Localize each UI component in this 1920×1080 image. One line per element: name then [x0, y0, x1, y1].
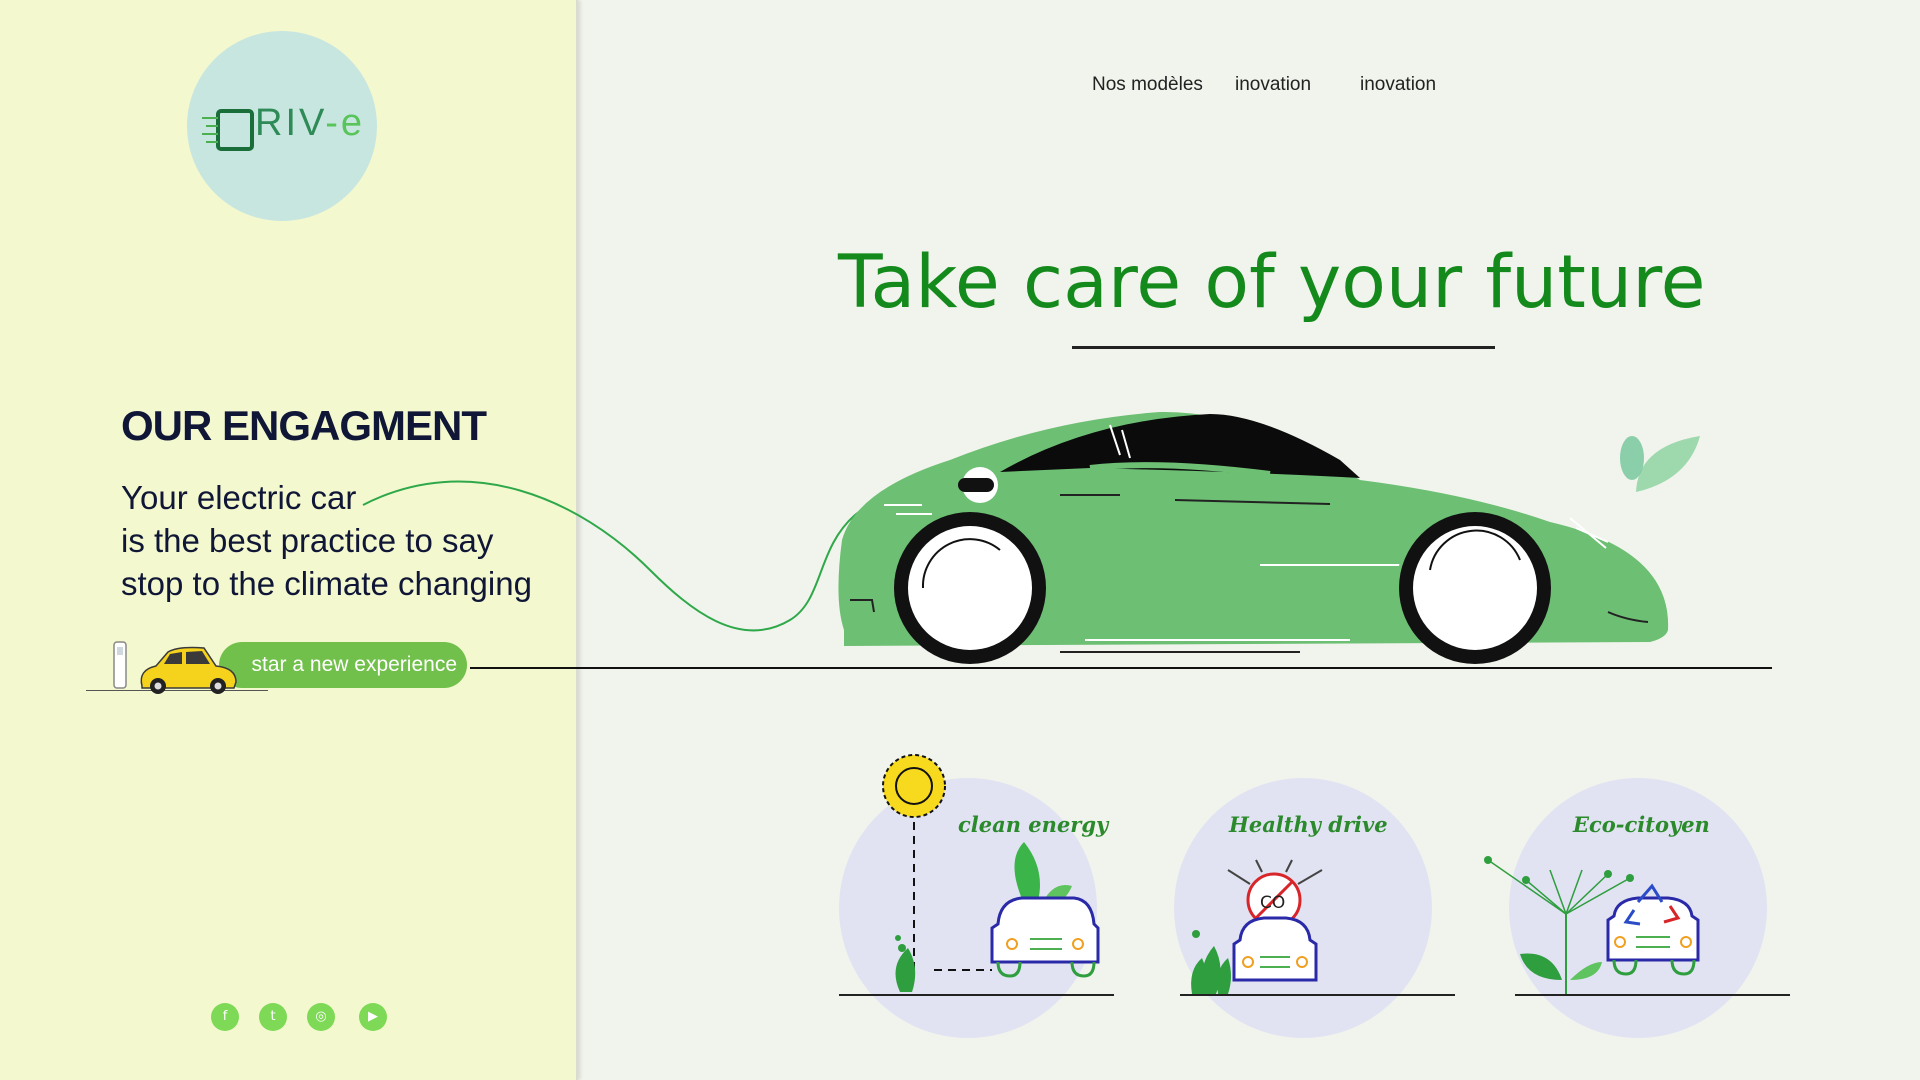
no-co2-icon: CO [1191, 859, 1323, 994]
feature-ground-line [839, 994, 1114, 996]
recycle-icon [1484, 856, 1700, 994]
brand-logo: RIV-e [255, 102, 365, 145]
plug-logo-icon [202, 109, 254, 151]
ground-line [470, 667, 1772, 669]
charging-car-icon [113, 641, 237, 694]
headline-underline [1072, 346, 1495, 349]
feature-ground-line [1180, 994, 1455, 996]
feature-label: Healthy drive [1229, 812, 1388, 837]
nav-item-inovation[interactable]: inovation [1235, 74, 1311, 96]
logo-suffix: -e [325, 102, 366, 144]
electric-car-illustration [838, 411, 1669, 664]
hero-headline: Take care of your future [838, 240, 1706, 325]
logo-main: RIV [255, 102, 326, 144]
engagement-title: OUR ENGAGMENT [121, 402, 487, 449]
svg-text:CO: CO [1260, 893, 1285, 913]
leaf-icon [1620, 436, 1700, 492]
clean-energy-icon [882, 754, 1100, 992]
facebook-icon[interactable]: f [211, 1003, 239, 1031]
twitter-icon[interactable]: t [259, 1003, 287, 1031]
youtube-icon[interactable]: ▶ [359, 1003, 387, 1031]
nav-item-models[interactable]: Nos modèles [1092, 74, 1203, 96]
nav-item-inovation-2[interactable]: inovation [1360, 74, 1436, 96]
instagram-icon[interactable]: ◎ [307, 1003, 335, 1031]
feature-label: Eco-citoyen [1573, 812, 1710, 837]
